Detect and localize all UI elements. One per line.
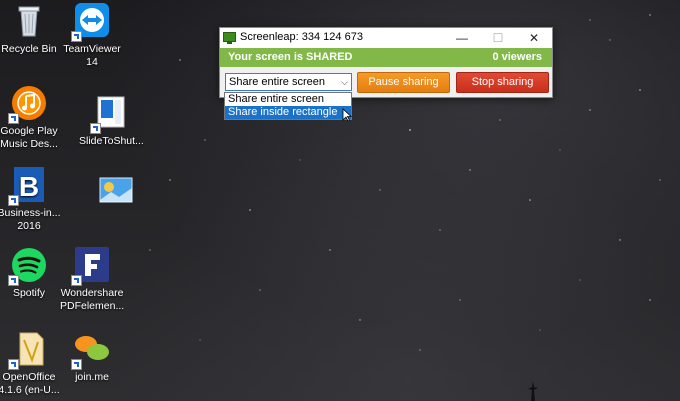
desktop-icon-slidetoshutdown[interactable]: SlideToShut... bbox=[79, 94, 144, 148]
desktop-icon-label: OpenOffice 4.1.6 (en-U... bbox=[0, 371, 60, 396]
sharing-status-bar: Your screen is SHARED 0 viewers bbox=[220, 48, 552, 67]
viewer-count: 0 viewers bbox=[492, 51, 542, 63]
openoffice-icon bbox=[8, 330, 48, 370]
desktop-icon-label: Spotify bbox=[12, 287, 46, 299]
shortcut-arrow-icon bbox=[71, 359, 82, 370]
monitor-icon bbox=[223, 32, 236, 44]
shortcut-arrow-icon bbox=[8, 359, 19, 370]
recycle-bin-icon bbox=[10, 2, 48, 40]
maximize-button[interactable]: ☐ bbox=[480, 28, 516, 48]
desktop-icon-image-file[interactable] bbox=[84, 172, 148, 213]
desktop-icon-recycle-bin[interactable]: Recycle Bin bbox=[0, 2, 61, 56]
desktop-icon-teamviewer[interactable]: TeamViewer 14 bbox=[60, 2, 124, 69]
slide-to-shutdown-icon bbox=[90, 94, 130, 134]
desktop-icon-pdfelement[interactable]: Wondershare PDFelemen... bbox=[60, 246, 124, 313]
spotify-icon bbox=[8, 246, 48, 286]
close-button[interactable]: ✕ bbox=[516, 28, 552, 48]
title-bar[interactable]: Screenleap: 334 124 673 — ☐ ✕ bbox=[220, 28, 552, 48]
desktop-icon-label: TeamViewer 14 bbox=[63, 43, 121, 68]
desktop-icon-google-play-music[interactable]: Google Play Music Des... bbox=[0, 84, 61, 151]
joinme-icon bbox=[71, 330, 111, 370]
dropdown-option-inside-rectangle[interactable]: Share inside rectangle bbox=[225, 106, 351, 119]
desktop-icon-label: SlideToShut... bbox=[79, 135, 144, 147]
dropdown-option-entire-screen[interactable]: Share entire screen bbox=[225, 93, 351, 106]
desktop-icon-label: Google Play Music Des... bbox=[0, 125, 58, 150]
tree-silhouette bbox=[528, 381, 538, 401]
pdfelement-icon bbox=[71, 246, 111, 286]
desktop-icon-joinme[interactable]: join.me bbox=[60, 330, 124, 384]
mouse-cursor-icon bbox=[342, 108, 352, 122]
teamviewer-icon bbox=[71, 2, 111, 42]
shortcut-arrow-icon bbox=[90, 123, 101, 134]
google-play-music-icon bbox=[8, 84, 48, 124]
business-in-icon: B bbox=[8, 166, 48, 206]
shortcut-arrow-icon bbox=[71, 275, 82, 286]
desktop-icon-business-in[interactable]: B Business-in... 2016 bbox=[0, 166, 61, 233]
screenleap-window: Screenleap: 334 124 673 — ☐ ✕ Your scree… bbox=[219, 27, 553, 98]
desktop-icon-label: Wondershare PDFelemen... bbox=[60, 287, 125, 312]
svg-text:B: B bbox=[19, 171, 39, 202]
desktop-icon-label: Recycle Bin bbox=[1, 43, 57, 55]
share-mode-select[interactable]: Share entire screen ⌵ bbox=[225, 73, 352, 91]
share-mode-value: Share entire screen bbox=[229, 76, 325, 88]
stop-sharing-button[interactable]: Stop sharing bbox=[456, 72, 549, 93]
pause-sharing-button[interactable]: Pause sharing bbox=[357, 72, 450, 93]
shortcut-arrow-icon bbox=[8, 275, 19, 286]
desktop-icon-spotify[interactable]: Spotify bbox=[0, 246, 61, 300]
sharing-status-text: Your screen is SHARED bbox=[228, 51, 353, 63]
shortcut-arrow-icon bbox=[8, 195, 19, 206]
image-file-icon bbox=[97, 172, 135, 210]
desktop-icon-label: join.me bbox=[75, 371, 109, 383]
desktop-icon-label: Business-in... 2016 bbox=[0, 207, 61, 232]
minimize-button[interactable]: — bbox=[444, 28, 480, 48]
desktop-icon-openoffice[interactable]: OpenOffice 4.1.6 (en-U... bbox=[0, 330, 61, 397]
shortcut-arrow-icon bbox=[71, 31, 82, 42]
shortcut-arrow-icon bbox=[8, 113, 19, 124]
share-mode-dropdown: Share entire screen Share inside rectang… bbox=[224, 92, 352, 120]
window-title: Screenleap: 334 124 673 bbox=[240, 31, 363, 43]
chevron-down-icon: ⌵ bbox=[341, 77, 348, 87]
